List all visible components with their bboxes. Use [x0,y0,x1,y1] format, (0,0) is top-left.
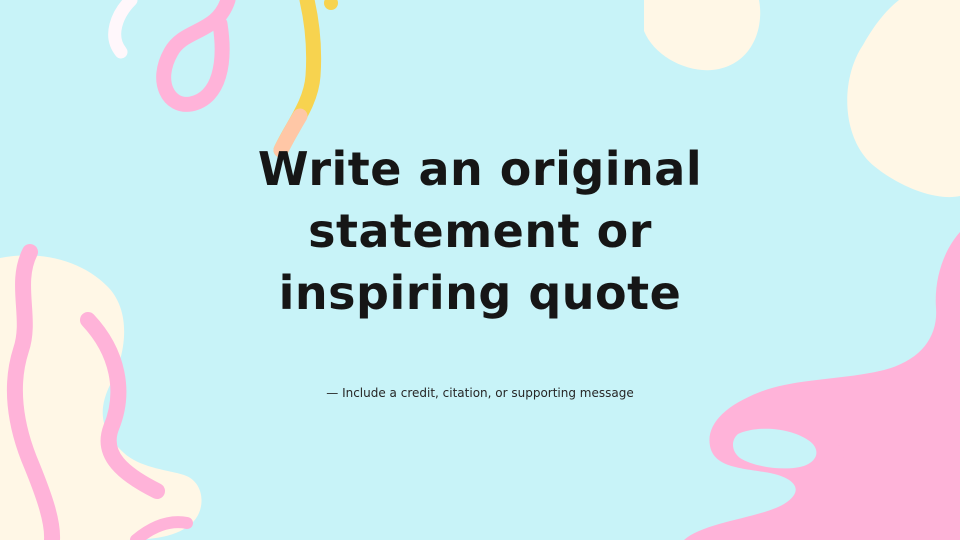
top-right-cream-blob-shape [847,0,960,198]
quote-slide: Write an original statement or inspiring… [0,0,960,540]
top-center-cream-blob-shape [644,0,761,71]
bottom-right-pink-dot-shape [824,444,844,464]
top-left-white-ribbon-shape [108,0,138,59]
inspiring-quote-text: Write an original statement or inspiring… [257,142,703,320]
top-right-cream-speck-shape [941,178,949,186]
quote-credit-text: — Include a credit, citation, or support… [326,386,634,400]
top-left-yellow-dot-shape [324,0,338,10]
top-left-pink-ribbon-shape [156,0,236,112]
